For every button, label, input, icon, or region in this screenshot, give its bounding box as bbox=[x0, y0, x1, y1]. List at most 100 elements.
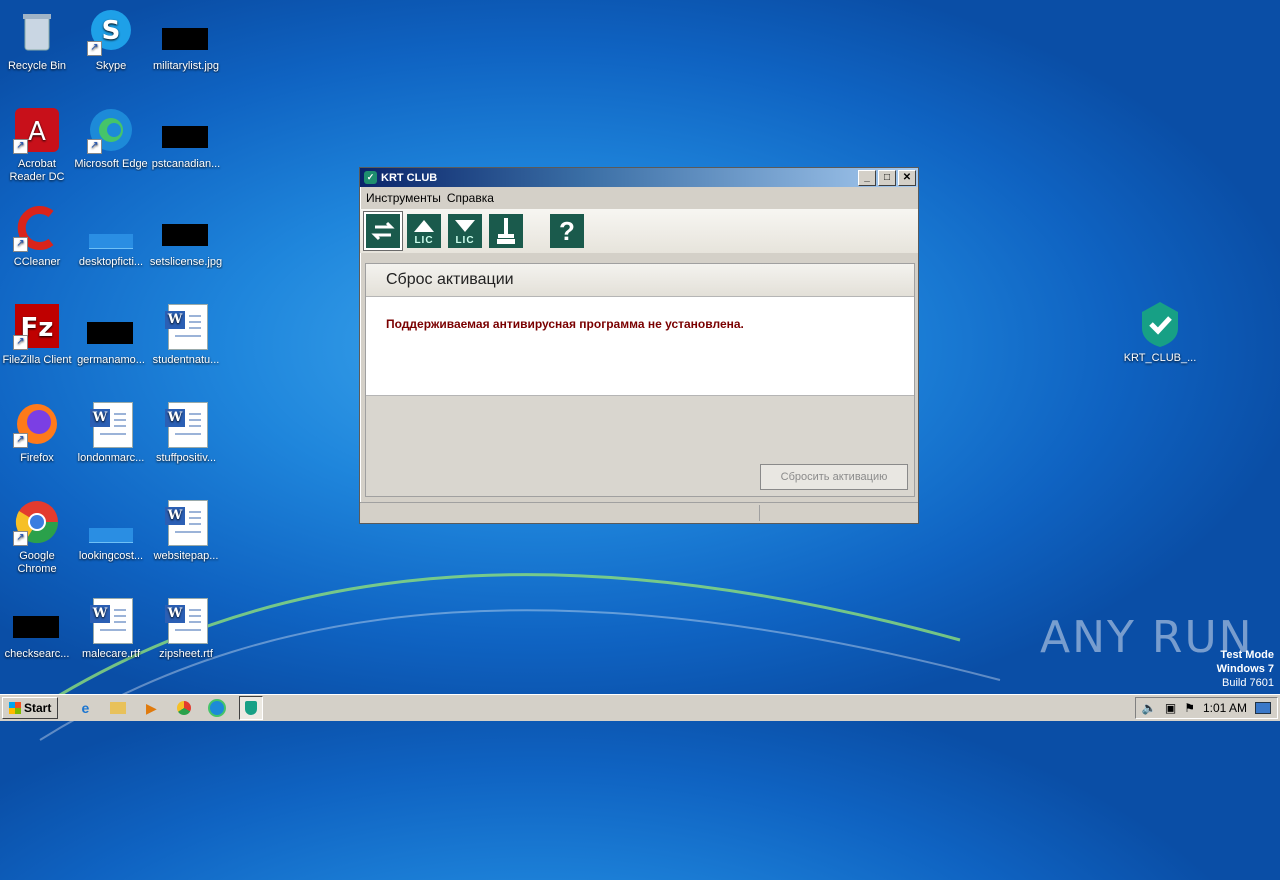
start-label: Start bbox=[24, 701, 52, 715]
icon-label: lookingcost... bbox=[78, 550, 144, 562]
krt-club-window[interactable]: ✓ KRT CLUB _ □ ✕ Инструменты Справка LIC… bbox=[359, 167, 919, 524]
icon-label: zipsheet.rtf bbox=[159, 648, 213, 660]
icon-label: Recycle Bin bbox=[7, 60, 67, 72]
icon-label: Microsoft Edge bbox=[74, 158, 148, 170]
desktop-icon-desktopficti[interactable]: desktopficti... bbox=[74, 204, 148, 269]
firefox-icon: ↗ bbox=[13, 400, 61, 448]
icon-label: Skype bbox=[95, 60, 127, 72]
menu-bar: Инструменты Справка bbox=[360, 187, 918, 209]
ccleaner-icon: ↗ bbox=[13, 204, 61, 252]
shortcut-arrow-icon: ↗ bbox=[13, 531, 28, 546]
word-document-icon: W bbox=[162, 498, 210, 546]
status-message: Поддерживаемая антивирусная программа не… bbox=[386, 317, 744, 331]
window-statusbar bbox=[360, 502, 918, 523]
help-tool-button[interactable]: ? bbox=[550, 214, 584, 248]
action-center-flag-icon[interactable]: ⚑ bbox=[1184, 701, 1195, 715]
desktop-icon-setslicense[interactable]: setslicense.jpg bbox=[149, 204, 223, 269]
menu-help[interactable]: Справка bbox=[447, 191, 494, 205]
file-thumbnail-icon bbox=[87, 498, 135, 546]
shortcut-arrow-icon: ↗ bbox=[13, 335, 28, 350]
icon-label: Acrobat Reader DC bbox=[9, 158, 65, 183]
desktop-icon-edge[interactable]: ↗ Microsoft Edge bbox=[74, 106, 148, 171]
test-mode-line: Test Mode bbox=[1220, 649, 1274, 661]
media-player-taskbar-icon[interactable]: ▶ bbox=[140, 697, 162, 719]
reset-activation-tool-button[interactable] bbox=[364, 212, 402, 250]
icon-label: FileZilla Client bbox=[2, 354, 72, 366]
shortcut-arrow-icon: ↗ bbox=[87, 139, 102, 154]
network-icon[interactable]: ▣ bbox=[1165, 701, 1176, 715]
icon-label: germanamo... bbox=[77, 354, 145, 366]
desktop-icon-skype[interactable]: S ↗ Skype bbox=[74, 8, 148, 73]
image-thumbnail-icon bbox=[162, 8, 210, 56]
question-mark-icon: ? bbox=[559, 216, 575, 246]
icon-label: londonmarc... bbox=[77, 452, 145, 464]
svg-text:A: A bbox=[28, 117, 46, 147]
icon-label: studentnatu... bbox=[152, 354, 220, 366]
edge-taskbar-icon[interactable] bbox=[206, 697, 228, 719]
krt-club-taskbar-button[interactable] bbox=[239, 696, 264, 720]
image-thumbnail-icon bbox=[87, 302, 135, 350]
desktop-icon-chrome[interactable]: ↗ Google Chrome bbox=[0, 498, 74, 576]
window-titlebar[interactable]: ✓ KRT CLUB _ □ ✕ bbox=[360, 168, 918, 187]
shortcut-arrow-icon: ↗ bbox=[13, 237, 28, 252]
svg-text:S: S bbox=[102, 16, 121, 46]
desktop-icon-pstcanadian[interactable]: pstcanadian... bbox=[149, 106, 223, 171]
window-title: KRT CLUB bbox=[381, 171, 438, 184]
chrome-taskbar-icon[interactable] bbox=[173, 697, 195, 719]
minimize-button[interactable]: _ bbox=[858, 169, 876, 186]
start-button[interactable]: Start bbox=[2, 697, 59, 719]
icon-label: Firefox bbox=[20, 452, 54, 464]
desktop-icon-firefox[interactable]: ↗ Firefox bbox=[0, 400, 74, 465]
volume-icon[interactable]: 🔈 bbox=[1142, 701, 1157, 715]
lic-label: LIC bbox=[455, 235, 475, 246]
desktop-icon-londonmarc[interactable]: W londonmarc... bbox=[74, 400, 148, 465]
import-license-tool-button[interactable]: LIC bbox=[448, 214, 482, 248]
shortcut-arrow-icon: ↗ bbox=[13, 139, 28, 154]
desktop-icon-zipsheet[interactable]: W zipsheet.rtf bbox=[149, 596, 223, 661]
system-tray: 🔈 ▣ ⚑ 1:01 AM bbox=[1134, 697, 1278, 719]
file-thumbnail-icon bbox=[87, 204, 135, 252]
desktop-icon-websitepap[interactable]: W websitepap... bbox=[149, 498, 223, 563]
clock[interactable]: 1:01 AM bbox=[1203, 701, 1247, 715]
word-document-icon: W bbox=[162, 302, 210, 350]
build-line: Build 7601 bbox=[1222, 677, 1274, 689]
export-license-tool-button[interactable]: LIC bbox=[407, 214, 441, 248]
toolbar: LIC LIC ? bbox=[360, 209, 918, 253]
reset-activation-button[interactable]: Сбросить активацию bbox=[760, 464, 908, 490]
desktop-icon-stuffpositiv[interactable]: W stuffpositiv... bbox=[149, 400, 223, 465]
icon-label: CCleaner bbox=[13, 256, 61, 268]
desktop-icon-germanamo[interactable]: germanamo... bbox=[74, 302, 148, 367]
desktop-icon-filezilla[interactable]: Fz ↗ FileZilla Client bbox=[0, 302, 74, 367]
ie-taskbar-icon[interactable]: e bbox=[74, 697, 96, 719]
image-thumbnail-icon bbox=[162, 106, 210, 154]
icon-label: malecare.rtf bbox=[81, 648, 141, 660]
desktop-icon-krt-club[interactable]: KRT_CLUB_... bbox=[1120, 300, 1200, 364]
shortcut-arrow-icon: ↗ bbox=[13, 433, 28, 448]
maximize-button[interactable]: □ bbox=[878, 169, 896, 186]
close-button[interactable]: ✕ bbox=[898, 169, 916, 186]
lic-label: LIC bbox=[414, 235, 434, 246]
panel-title: Сброс активации bbox=[366, 264, 914, 297]
icon-label: pstcanadian... bbox=[151, 158, 221, 170]
desktop-icon-recycle-bin[interactable]: Recycle Bin bbox=[0, 8, 74, 73]
word-document-icon: W bbox=[162, 596, 210, 644]
broom-icon bbox=[497, 218, 515, 244]
icon-label: Google Chrome bbox=[17, 550, 57, 575]
menu-tools[interactable]: Инструменты bbox=[366, 191, 441, 205]
desktop-icon-militarylist[interactable]: militarylist.jpg bbox=[149, 8, 223, 73]
desktop-icon-acrobat[interactable]: A ↗ Acrobat Reader DC bbox=[0, 106, 74, 184]
clean-tool-button[interactable] bbox=[489, 214, 523, 248]
desktop-icon-malecare[interactable]: W malecare.rtf bbox=[74, 596, 148, 661]
desktop-icon-checksearc[interactable]: checksearc... bbox=[0, 596, 74, 661]
swap-arrows-icon bbox=[371, 221, 395, 241]
acrobat-icon: A ↗ bbox=[13, 106, 61, 154]
desktop-icon-studentnatu[interactable]: W studentnatu... bbox=[149, 302, 223, 367]
show-desktop-icon[interactable] bbox=[1255, 702, 1271, 714]
filezilla-icon: Fz ↗ bbox=[13, 302, 61, 350]
recycle-bin-icon bbox=[13, 8, 61, 56]
explorer-taskbar-icon[interactable] bbox=[107, 697, 129, 719]
icon-label: desktopficti... bbox=[78, 256, 144, 268]
desktop-icon-ccleaner[interactable]: ↗ CCleaner bbox=[0, 204, 74, 269]
desktop-icon-lookingcost[interactable]: lookingcost... bbox=[74, 498, 148, 563]
word-document-icon: W bbox=[162, 400, 210, 448]
